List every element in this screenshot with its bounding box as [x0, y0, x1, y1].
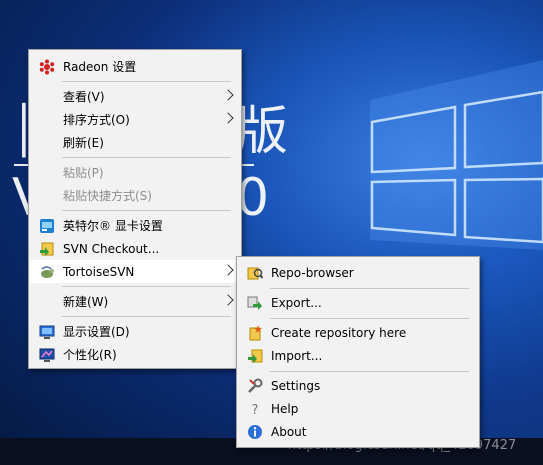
export-icon	[247, 296, 262, 310]
menu-item-label: About	[271, 424, 307, 439]
tortoisesvn-icon	[41, 266, 54, 278]
menu-item-label: 新建(W)	[63, 295, 109, 309]
menu-separator	[270, 288, 469, 289]
submenu-arrow-icon	[222, 89, 234, 101]
menu-item-display-settings[interactable]: 显示设置(D)	[30, 320, 240, 343]
menu-item-repo-browser[interactable]: Repo-browser	[238, 261, 478, 284]
create-repo-icon	[249, 325, 262, 341]
svg-text:?: ?	[252, 403, 259, 417]
menu-item-paste: 粘贴(P)	[30, 161, 240, 184]
tortoisesvn-submenu: Repo-browser Export... Create repository…	[236, 256, 480, 448]
menu-item-refresh[interactable]: 刷新(E)	[30, 131, 240, 154]
about-icon	[248, 425, 262, 439]
menu-separator	[62, 316, 231, 317]
menu-item-create-repository[interactable]: Create repository here	[238, 321, 478, 344]
menu-item-label: Settings	[271, 378, 321, 393]
menu-item-label: 排序方式(O)	[63, 113, 130, 127]
menu-item-label: 英特尔® 显卡设置	[63, 219, 163, 233]
radeon-icon	[39, 59, 55, 75]
svn-checkout-icon	[40, 242, 54, 256]
menu-item-label: Help	[271, 401, 299, 416]
menu-item-label: 粘贴快捷方式(S)	[63, 189, 152, 203]
wallpaper-text-right: 版	[236, 102, 289, 162]
menu-item-radeon-settings[interactable]: Radeon 设置	[30, 55, 240, 78]
desktop-context-menu: Radeon 设置 查看(V) 排序方式(O) 刷新(E) 粘贴(P) 粘贴快捷…	[28, 49, 242, 369]
submenu-arrow-icon	[222, 264, 234, 276]
menu-item-svn-checkout[interactable]: SVN Checkout...	[30, 237, 240, 260]
menu-item-about[interactable]: About	[238, 420, 478, 443]
menu-separator	[62, 81, 231, 82]
menu-item-label: Import...	[271, 348, 323, 363]
help-icon: ?	[252, 403, 259, 417]
menu-item-help[interactable]: ? Help	[238, 397, 478, 420]
menu-item-label: Radeon 设置	[63, 60, 137, 74]
import-icon	[248, 349, 263, 363]
menu-item-paste-shortcut: 粘贴快捷方式(S)	[30, 184, 240, 207]
menu-item-tortoisesvn[interactable]: TortoiseSVN	[30, 260, 240, 283]
menu-item-settings[interactable]: Settings	[238, 374, 478, 397]
menu-item-import[interactable]: Import...	[238, 344, 478, 367]
menu-item-sort-by[interactable]: 排序方式(O)	[30, 108, 240, 131]
menu-item-label: 粘贴(P)	[63, 166, 104, 180]
menu-item-label: TortoiseSVN	[63, 264, 135, 279]
intel-graphics-icon	[40, 219, 54, 233]
menu-item-new[interactable]: 新建(W)	[30, 290, 240, 313]
submenu-arrow-icon	[222, 294, 234, 306]
menu-separator	[62, 286, 231, 287]
menu-separator	[62, 157, 231, 158]
menu-item-export[interactable]: Export...	[238, 291, 478, 314]
menu-item-label: 查看(V)	[63, 90, 105, 104]
menu-item-label: SVN Checkout...	[63, 241, 160, 256]
submenu-arrow-icon	[222, 112, 234, 124]
display-settings-icon	[39, 325, 55, 339]
menu-separator	[62, 210, 231, 211]
menu-separator	[270, 318, 469, 319]
menu-item-label: 显示设置(D)	[63, 325, 130, 339]
menu-item-label: Export...	[271, 295, 322, 310]
menu-item-personalize[interactable]: 个性化(R)	[30, 343, 240, 366]
menu-separator	[270, 371, 469, 372]
menu-item-label: Create repository here	[271, 325, 407, 340]
menu-item-label: 刷新(E)	[63, 136, 104, 150]
settings-icon	[248, 378, 263, 393]
menu-item-view[interactable]: 查看(V)	[30, 85, 240, 108]
menu-item-intel-graphics[interactable]: 英特尔® 显卡设置	[30, 214, 240, 237]
repo-browser-icon	[247, 267, 263, 280]
menu-item-label: 个性化(R)	[63, 348, 117, 362]
personalize-icon	[39, 348, 55, 362]
menu-item-label: Repo-browser	[271, 265, 354, 280]
